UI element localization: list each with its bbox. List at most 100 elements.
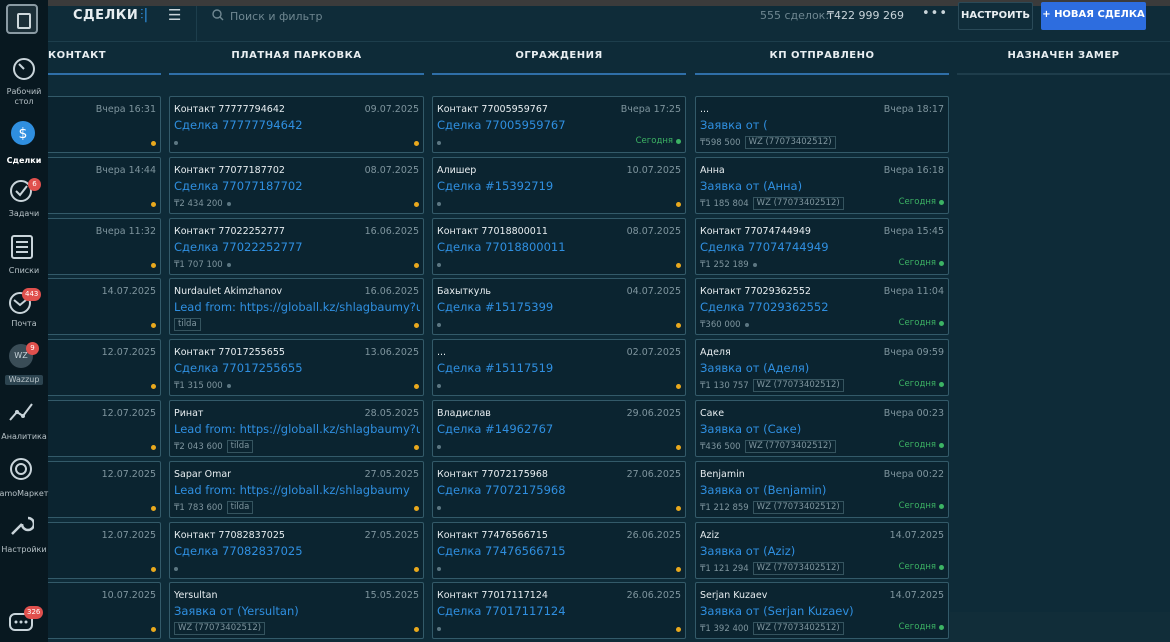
card-contact[interactable]: Контакт 77077187702	[174, 165, 285, 176]
card-contact[interactable]: Контакт 77017255655	[174, 347, 285, 358]
card-task-status[interactable]	[414, 323, 419, 328]
card-deal-link[interactable]: Заявка от (Yersultan)	[174, 604, 299, 618]
deal-card[interactable]: Sapar Omar 27.05.2025 Lead from: https://g…	[169, 461, 424, 518]
deal-card[interactable]: Контакт 77005959767 Вчера 17:25 Сделка 770…	[432, 96, 686, 153]
card-deal-link[interactable]: Lead from: https://globall.kz/shlagbaumy	[174, 483, 410, 497]
card-task-status[interactable]	[414, 445, 419, 450]
sidebar-item-deals[interactable]: $ Сделки	[0, 120, 48, 168]
card-contact[interactable]: Анна	[700, 165, 725, 176]
card-contact[interactable]: Алишер	[437, 165, 476, 176]
card-deal-link[interactable]: Сделка #15117519	[437, 361, 553, 375]
card-task-status[interactable]	[676, 384, 681, 389]
card-task-status[interactable]: Сегодня	[899, 379, 944, 389]
card-contact[interactable]: Контакт 77029362552	[700, 286, 811, 297]
deal-card[interactable]: Aziz 14.07.2025 Заявка от (Aziz) ₸1 121 294…	[695, 522, 949, 579]
sidebar-item-analytics[interactable]: Аналитика	[0, 400, 48, 444]
card-deal-link[interactable]: Сделка #15392719	[437, 179, 553, 193]
deal-card[interactable]: Анна Вчера 16:18 Заявка от (Анна) ₸1 185 80…	[695, 157, 949, 214]
card-task-status[interactable]	[151, 506, 156, 511]
deal-card[interactable]: Контакт 77082837025 27.05.2025 Сделка 7708…	[169, 522, 424, 579]
deal-card[interactable]: Yersultan 15.05.2025 Заявка от (Yersultan)…	[169, 582, 424, 639]
deal-card[interactable]: Контакт 77777794642 09.07.2025 Сделка 7777…	[169, 96, 424, 153]
card-deal-link[interactable]: Сделка 77077187702	[174, 179, 303, 193]
card-task-status[interactable]: Сегодня	[899, 440, 944, 450]
menu-icon[interactable]: ☰	[168, 6, 181, 24]
card-task-status[interactable]	[676, 445, 681, 450]
sidebar-item-wazzup[interactable]: WZ 9 Wazzup	[0, 342, 48, 388]
deal-card[interactable]: Бахыткуль 04.07.2025 Сделка #15175399	[432, 278, 686, 335]
card-deal-link[interactable]: Lead from: https://globall.kz/shlagbaumy…	[174, 422, 420, 436]
sidebar-item-mail[interactable]: 443 Почта	[0, 288, 48, 332]
deal-card[interactable]: Владислав 29.06.2025 Сделка #14962767	[432, 400, 686, 457]
card-contact[interactable]: Контакт 77777794642	[174, 104, 285, 115]
sidebar-item-tasks[interactable]: 6 Задачи	[0, 178, 48, 224]
card-task-status[interactable]	[676, 506, 681, 511]
card-task-status[interactable]	[414, 202, 419, 207]
card-deal-link[interactable]: Заявка от (	[700, 118, 768, 132]
card-contact[interactable]: Контакт 77018800011	[437, 226, 548, 237]
card-contact[interactable]: Контакт 77082837025	[174, 530, 285, 541]
card-task-status[interactable]: Сегодня	[899, 197, 944, 207]
card-tag[interactable]: WZ (77073402512)	[752, 622, 844, 635]
card-deal-link[interactable]: Сделка 77072175968	[437, 483, 566, 497]
column-header[interactable]: ОГРАЖДЕНИЯ	[432, 50, 686, 75]
card-contact[interactable]: Контакт 77005959767	[437, 104, 548, 115]
deal-card[interactable]: ... Вчера 18:17 Заявка от (₸598 500 WZ (770…	[695, 96, 949, 153]
card-task-status[interactable]	[414, 627, 419, 632]
card-deal-link[interactable]: Сделка #15175399	[437, 300, 553, 314]
card-tag[interactable]: WZ (77073402512)	[744, 440, 836, 453]
card-deal-link[interactable]: Заявка от (Аделя)	[700, 361, 809, 375]
card-contact[interactable]: Serjan Kuzaev	[700, 590, 767, 601]
setup-button[interactable]: НАСТРОИТЬ	[958, 2, 1033, 30]
card-task-status[interactable]	[414, 263, 419, 268]
card-deal-link[interactable]: Сделка 77022252777	[174, 240, 303, 254]
card-deal-link[interactable]: Сделка 77029362552	[700, 300, 829, 314]
deal-card[interactable]: Контакт 77018800011 08.07.2025 Сделка 7701…	[432, 218, 686, 275]
card-task-status[interactable]	[151, 202, 156, 207]
card-contact[interactable]: Саке	[700, 408, 724, 419]
sidebar-item-chat[interactable]: 326	[0, 606, 48, 642]
more-button[interactable]: •••	[920, 6, 950, 26]
deal-card[interactable]: Benjamin Вчера 00:22 Заявка от (Benjamin) ₸…	[695, 461, 949, 518]
deal-card[interactable]: Контакт 77029362552 Вчера 11:04 Сделка 770…	[695, 278, 949, 335]
card-task-status[interactable]: Сегодня	[899, 318, 944, 328]
card-task-status[interactable]	[676, 567, 681, 572]
card-contact[interactable]: Контакт 77074744949	[700, 226, 811, 237]
card-task-status[interactable]	[151, 323, 156, 328]
card-contact[interactable]: Бахыткуль	[437, 286, 491, 297]
card-deal-link[interactable]: Lead from: https://globall.kz/shlagbaumy…	[174, 300, 420, 314]
card-contact[interactable]: Aziz	[700, 530, 719, 541]
card-contact[interactable]: Контакт 77476566715	[437, 530, 548, 541]
card-task-status[interactable]: Сегодня	[899, 562, 944, 572]
card-contact[interactable]: Nurdaulet Akimzhanov	[174, 286, 282, 297]
sidebar-item-lists[interactable]: Списки	[0, 234, 48, 280]
card-tag[interactable]: WZ (77073402512)	[752, 501, 844, 514]
card-deal-link[interactable]: Сделка 77017117124	[437, 604, 566, 618]
deal-card[interactable]: Контакт 77476566715 26.06.2025 Сделка 7747…	[432, 522, 686, 579]
deal-card[interactable]: Контакт 77077187702 08.07.2025 Сделка 7707…	[169, 157, 424, 214]
card-deal-link[interactable]: Сделка 77074744949	[700, 240, 829, 254]
column-header[interactable]: ПЛАТНАЯ ПАРКОВКА	[169, 50, 424, 75]
card-deal-link[interactable]: Заявка от (Саке)	[700, 422, 801, 436]
card-deal-link[interactable]: Заявка от (Benjamin)	[700, 483, 826, 497]
deal-card[interactable]: ... 02.07.2025 Сделка #15117519	[432, 339, 686, 396]
card-task-status[interactable]	[414, 567, 419, 572]
deal-card[interactable]: Саке Вчера 00:23 Заявка от (Саке) ₸436 500 W…	[695, 400, 949, 457]
card-task-status[interactable]	[151, 567, 156, 572]
card-tag[interactable]: WZ (77073402512)	[744, 136, 836, 149]
deal-card[interactable]: Контакт 77017255655 13.06.2025 Сделка 7701…	[169, 339, 424, 396]
card-task-status[interactable]	[151, 384, 156, 389]
card-contact[interactable]: Ринат	[174, 408, 203, 419]
card-deal-link[interactable]: Сделка 77005959767	[437, 118, 566, 132]
deal-card[interactable]: Алишер 10.07.2025 Сделка #15392719	[432, 157, 686, 214]
deal-card[interactable]: Аделя Вчера 09:59 Заявка от (Аделя) ₸1 130 …	[695, 339, 949, 396]
card-tag[interactable]: WZ (77073402512)	[174, 622, 266, 635]
card-contact[interactable]: Контакт 77022252777	[174, 226, 285, 237]
deal-card[interactable]: Nurdaulet Akimzhanov 16.06.2025 Lead from:…	[169, 278, 424, 335]
deal-card[interactable]: Контакт 77022252777 16.06.2025 Сделка 7702…	[169, 218, 424, 275]
card-contact[interactable]: Контакт 77017117124	[437, 590, 548, 601]
card-deal-link[interactable]: Сделка 77082837025	[174, 544, 303, 558]
deal-card[interactable]: Контакт 77074744949 Вчера 15:45 Сделка 770…	[695, 218, 949, 275]
card-contact[interactable]: Benjamin	[700, 469, 745, 480]
card-task-status[interactable]	[676, 202, 681, 207]
